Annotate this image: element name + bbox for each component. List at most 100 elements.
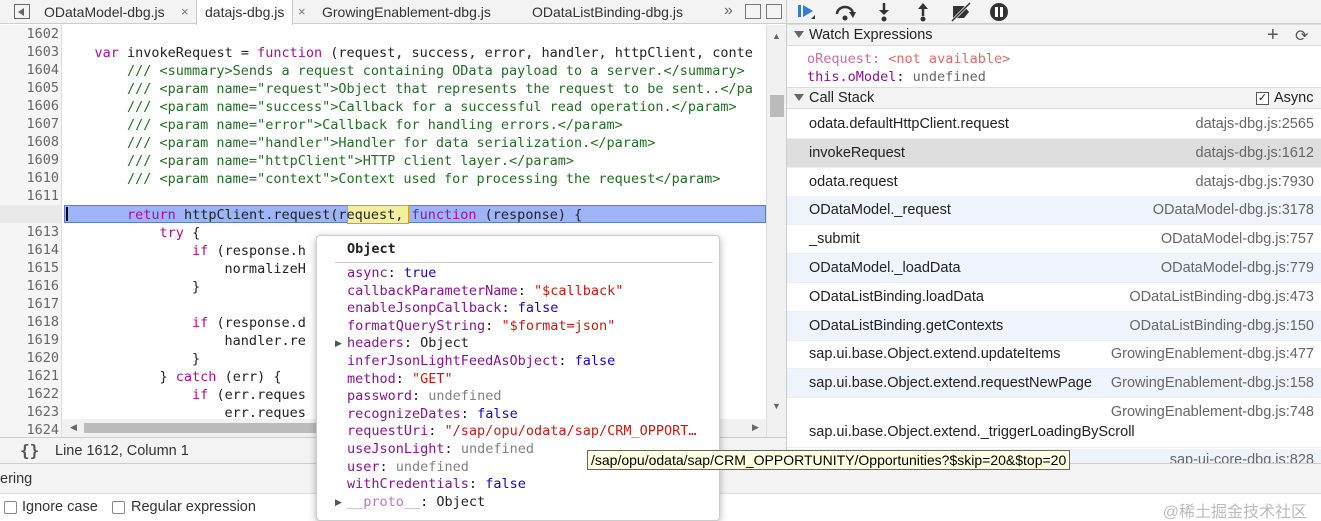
scroll-right-arrow-icon[interactable]: ▶ [752,422,759,433]
call-frame[interactable]: ODataModel._loadData ODataModel-dbg.js:77… [787,254,1321,283]
line-number[interactable]: 1613 [4,224,59,240]
line-number[interactable]: 1615 [4,260,59,276]
line-number[interactable]: 1618 [4,314,59,330]
call-frame-location[interactable]: ODataModel-dbg.js:3178 [1153,202,1314,218]
call-frame-location[interactable]: ODataListBinding-dbg.js:150 [1129,318,1314,334]
object-property[interactable]: __proto__: Object [347,494,485,511]
tab-overflow-icon[interactable]: » [724,0,733,22]
code-line[interactable]: return httpClient.request(request, funct… [62,206,582,224]
call-frame[interactable]: odata.defaultHttpClient.request datajs-db… [787,110,1321,139]
tab-growingenablement[interactable]: GrowingEnablement-dbg.js [314,0,499,24]
ignore-case-checkbox[interactable] [4,501,17,514]
code-line[interactable]: /// <param name="success">Callback for a… [62,98,737,116]
collapse-triangle-icon[interactable] [794,31,804,38]
resume-icon[interactable] [793,1,819,23]
code-line[interactable]: if (response.h [62,242,306,260]
line-number[interactable]: 1603 [4,44,59,60]
collapse-triangle-icon[interactable] [794,94,804,101]
code-line[interactable]: /// <param name="context">Context used f… [62,170,720,188]
scroll-left-arrow-icon[interactable]: ◀ [70,422,77,433]
async-checkbox[interactable]: ✓ [1256,92,1269,105]
line-number[interactable]: 1606 [4,98,59,114]
watch-item[interactable]: this.oModel: undefined [807,69,986,86]
refresh-icon[interactable]: ⟳ [1295,26,1308,46]
line-number[interactable]: 1608 [4,134,59,150]
expand-triangle-icon[interactable]: ▶ [335,494,342,511]
tab-odatalistbinding[interactable]: ODataListBinding-dbg.js [524,0,691,24]
call-frame[interactable]: sap.ui.base.Object.extend.requestNewPage… [787,369,1321,399]
code-line[interactable]: normalizeH [62,260,306,278]
call-frame-location[interactable]: sap-ui-core-dbg.js:828 [1170,452,1314,463]
code-line[interactable]: } [62,278,200,296]
code-line[interactable]: handler.re [62,332,306,350]
code-line[interactable]: /// <param name="handler">Handler for da… [62,134,655,152]
expand-triangle-icon[interactable]: ▶ [335,335,342,352]
tab-datajs[interactable]: datajs-dbg.js [196,0,294,25]
call-stack-header[interactable]: Call Stack ✓ Async [787,87,1321,109]
toggle-debugger-icon[interactable] [766,4,782,19]
line-number[interactable]: 1619 [4,332,59,348]
call-frame-location[interactable]: ODataListBinding-dbg.js:473 [1129,289,1314,305]
regex-checkbox[interactable] [112,501,125,514]
code-line[interactable]: try { [62,224,201,242]
call-frame-location[interactable]: datajs-dbg.js:2565 [1196,116,1315,132]
line-number[interactable]: 1621 [4,368,59,384]
call-frame-location[interactable]: GrowingEnablement-dbg.js:477 [1111,346,1314,362]
code-line[interactable]: } catch (err) { [62,368,282,386]
toggle-panel-icon[interactable] [745,4,761,19]
line-number[interactable]: 1609 [4,152,59,168]
code-line[interactable]: } [62,350,200,368]
code-line[interactable]: /// <param name="request">Object that re… [62,80,753,98]
code-line[interactable]: /// <param name="httpClient">HTTP client… [62,152,574,170]
call-frame-location[interactable]: GrowingEnablement-dbg.js:158 [1111,375,1314,391]
close-tab-icon[interactable]: × [298,0,306,24]
line-number[interactable]: 1616 [4,278,59,294]
call-frame-selected[interactable]: invokeRequest datajs-dbg.js:1612 [787,138,1321,168]
line-number[interactable]: 1605 [4,80,59,96]
line-number[interactable]: 1620 [4,350,59,366]
line-number[interactable]: 1624 [4,422,59,437]
step-into-icon[interactable] [871,1,897,23]
line-number[interactable]: 1607 [4,116,59,132]
scroll-up-arrow-icon[interactable]: ▲ [772,31,781,41]
add-expression-icon[interactable]: + [1267,24,1279,47]
scroll-down-arrow-icon[interactable]: ▼ [772,401,781,411]
call-frame[interactable]: ODataModel._request ODataModel-dbg.js:317… [787,196,1321,226]
line-number[interactable]: 1617 [4,296,59,312]
line-number[interactable]: 1614 [4,242,59,258]
close-tab-icon[interactable]: × [181,0,189,24]
code-line[interactable]: /// <param name="error">Callback for han… [62,116,623,134]
call-frame[interactable]: ODataListBinding.loadData ODataListBindin… [787,283,1321,312]
call-frame-location[interactable]: GrowingEnablement-dbg.js:748 [1111,404,1314,420]
editor-vertical-scrollbar[interactable]: ▲ ▼ [766,25,786,437]
watch-expressions-header[interactable]: Watch Expressions + ⟳ [787,24,1321,46]
line-number[interactable]: 1610 [4,170,59,186]
pretty-print-button[interactable]: {} [20,441,39,460]
tab-odatamodel[interactable]: ODataModel-dbg.js [36,0,173,24]
call-frame[interactable]: ODataListBinding.getContexts ODataListBin… [787,311,1321,341]
call-frame-location[interactable]: ODataModel-dbg.js:779 [1161,260,1314,276]
step-over-icon[interactable] [832,1,858,23]
code-line[interactable]: var invokeRequest = function (request, s… [62,44,753,62]
object-property[interactable]: headers: Object [347,335,469,352]
line-number[interactable]: 1602 [4,26,59,42]
line-number[interactable]: 1611 [4,188,59,204]
code-line[interactable]: if (err.reques [62,386,306,404]
toggle-navigator-icon[interactable] [14,4,30,19]
line-number[interactable]: 1623 [4,404,59,420]
code-line[interactable]: /// <summary>Sends a request containing … [62,62,745,80]
call-frame[interactable]: _submit ODataModel-dbg.js:757 [787,225,1321,255]
scrollbar-thumb[interactable] [84,423,334,433]
step-out-icon[interactable] [910,1,936,23]
call-frame[interactable]: GrowingEnablement-dbg.js:748 sap.ui.base… [787,398,1321,448]
watch-item[interactable]: oRequest: <not available> [807,51,1010,68]
call-frame-location[interactable]: datajs-dbg.js:1612 [1196,145,1315,161]
call-frame-location[interactable]: datajs-dbg.js:7930 [1196,174,1315,190]
line-number[interactable]: 1604 [4,62,59,78]
line-number-gutter[interactable]: 1602 1603 1604 1605 1606 1607 1608 1609 1610 1611… [0,25,62,437]
pause-on-exceptions-icon[interactable] [986,1,1012,23]
line-number[interactable]: 1622 [4,386,59,402]
scrollbar-thumb[interactable] [770,95,784,117]
call-frame-location[interactable]: ODataModel-dbg.js:757 [1161,231,1314,247]
call-frame[interactable]: odata.request datajs-dbg.js:7930 [787,168,1321,197]
